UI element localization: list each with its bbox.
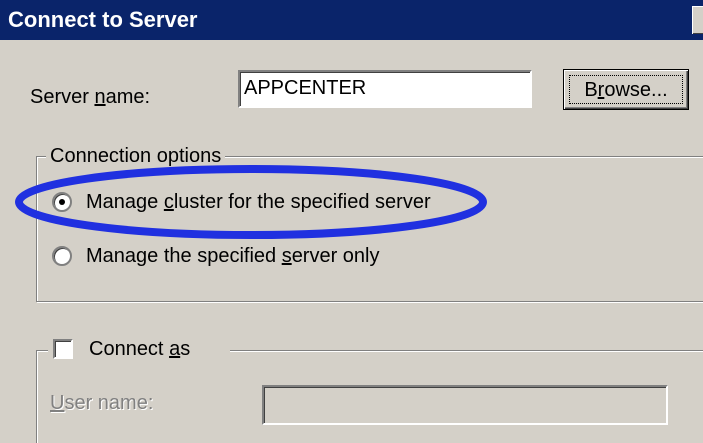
highlight-ellipse [15, 165, 487, 239]
connect-to-server-dialog: Connect to Server Server name: APPCENTER… [0, 0, 703, 443]
browse-button[interactable]: Browse... [563, 69, 689, 110]
connect-as-label[interactable]: Connect as [89, 337, 190, 361]
server-name-label: Server name: [30, 86, 151, 108]
title-bar[interactable]: Connect to Server [0, 0, 703, 40]
user-name-label: User name: [50, 392, 154, 414]
browse-button-label: Browse... [584, 79, 668, 101]
server-name-input[interactable]: APPCENTER [238, 70, 532, 108]
title-bar-button[interactable] [692, 6, 703, 34]
manage-server-only-label[interactable]: Manage the specified server only [86, 244, 380, 268]
connect-as-checkbox[interactable] [53, 339, 73, 359]
manage-server-only-radio[interactable] [52, 246, 72, 266]
dialog-title: Connect to Server [8, 7, 198, 32]
user-name-input[interactable] [262, 385, 668, 425]
